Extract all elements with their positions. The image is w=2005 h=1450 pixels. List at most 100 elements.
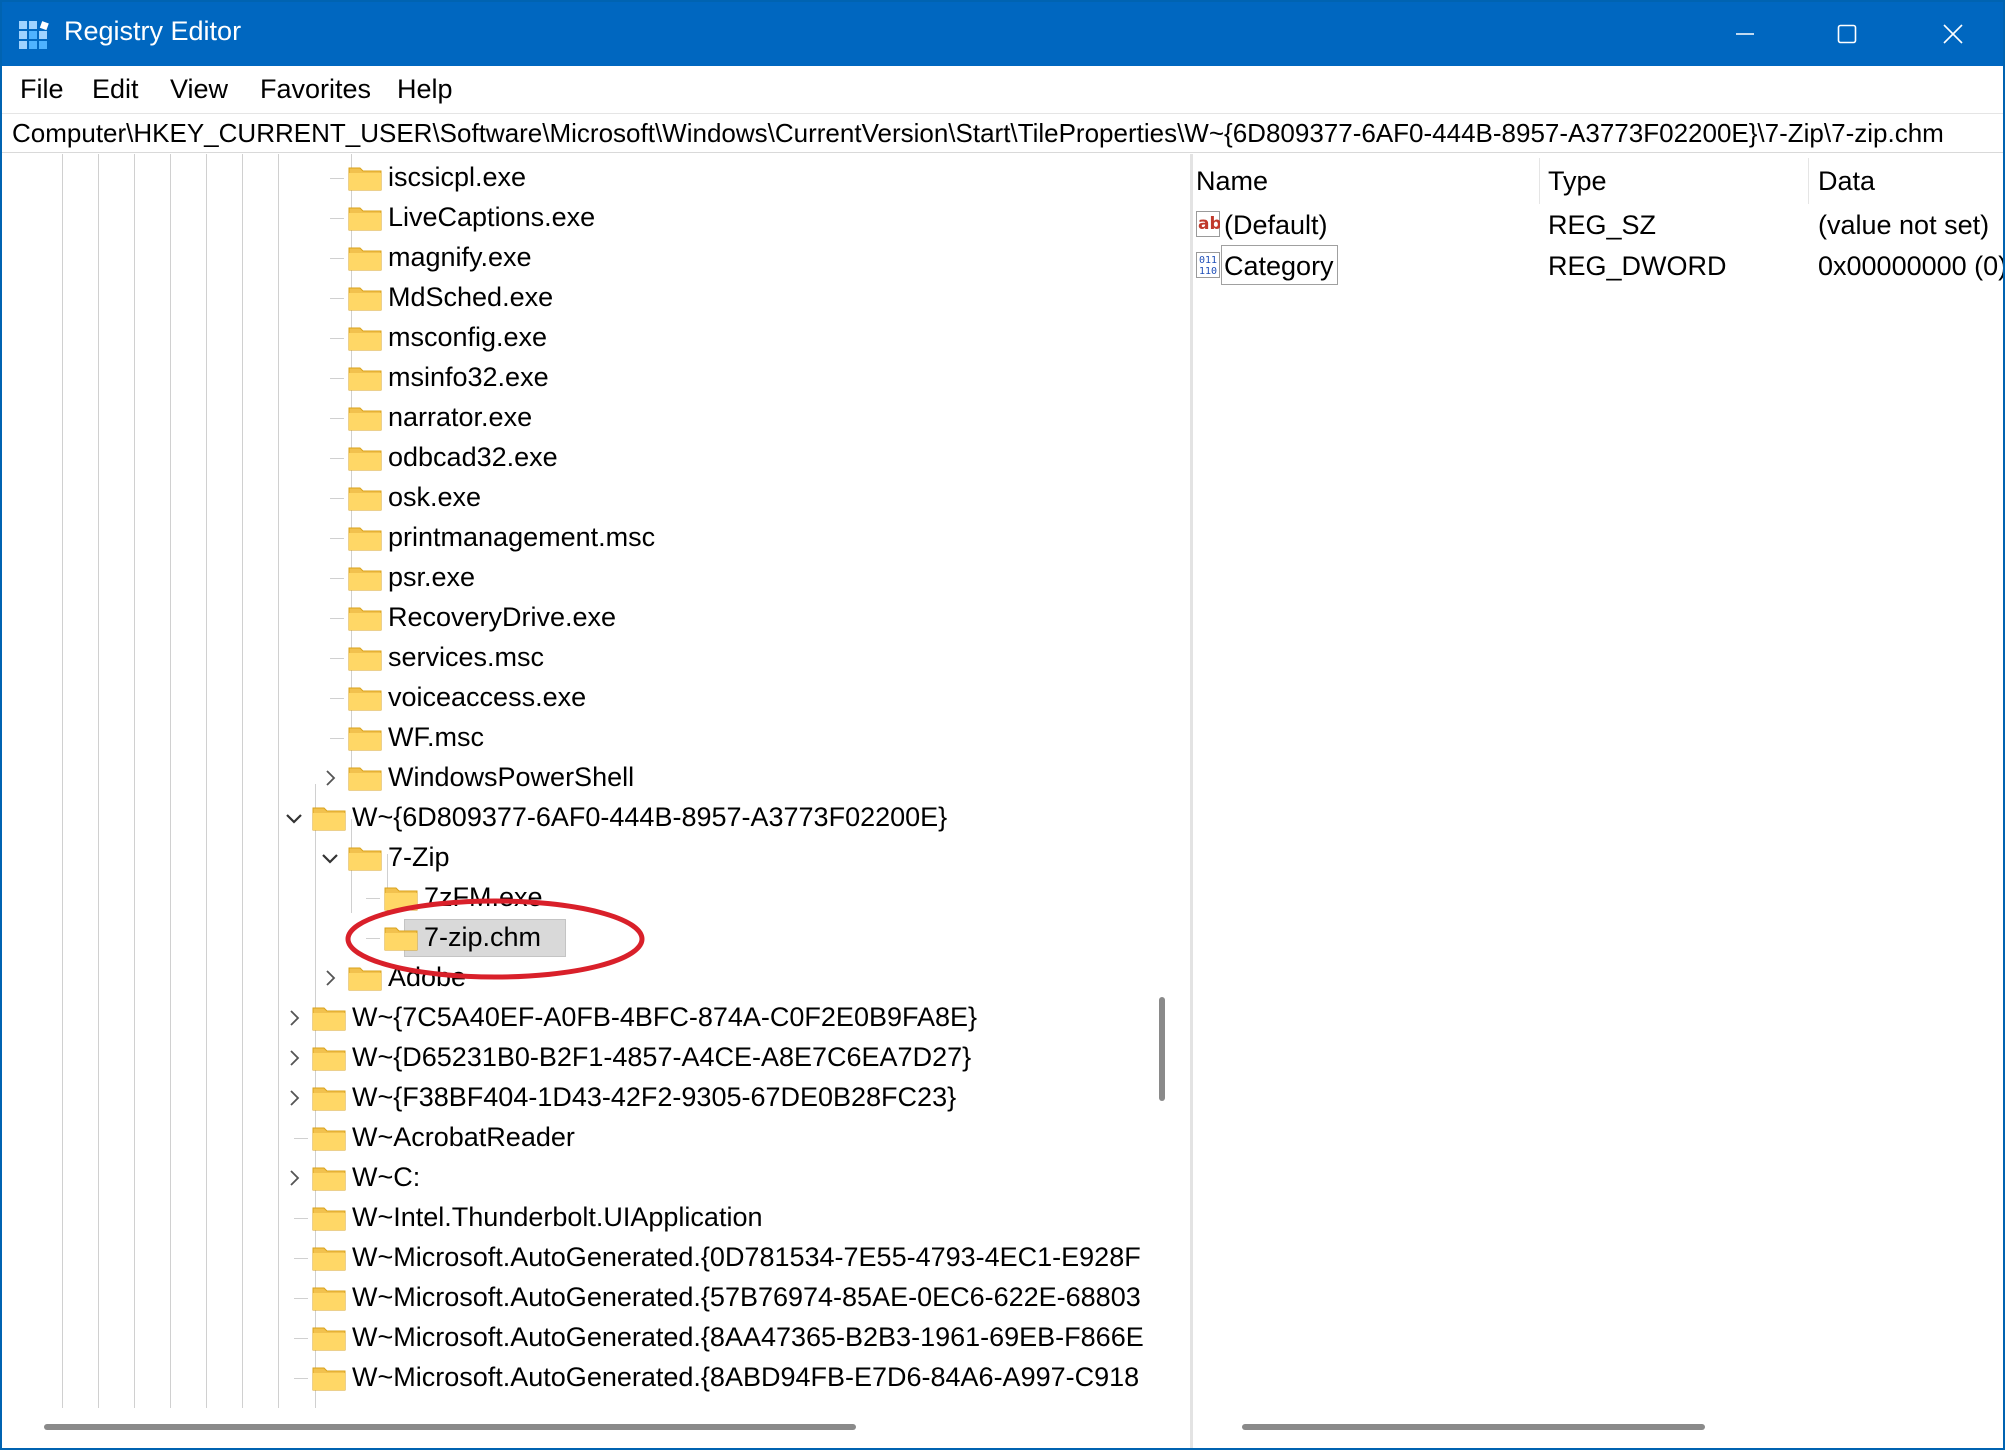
svg-text:110: 110 xyxy=(1199,266,1217,277)
registry-editor-window: Registry Editor File Edit View Favorites… xyxy=(0,0,2005,1450)
tree-item-label: RecoveryDrive.exe xyxy=(388,602,617,632)
folder-icon xyxy=(312,1005,346,1031)
tree-item[interactable]: WindowsPowerShell xyxy=(326,758,1147,798)
chevron-right-icon[interactable] xyxy=(282,1086,306,1110)
tree-item[interactable]: iscsicpl.exe xyxy=(330,158,1147,198)
title-bar[interactable]: Registry Editor xyxy=(2,2,2003,66)
minimize-button[interactable] xyxy=(1692,2,1798,66)
tree-item[interactable]: osk.exe xyxy=(330,478,1147,518)
folder-icon xyxy=(312,1125,346,1151)
registry-editor-app-icon xyxy=(19,21,49,49)
folder-icon xyxy=(348,645,382,671)
tree-item[interactable]: msinfo32.exe xyxy=(330,358,1147,398)
tree-item[interactable]: W~{D65231B0-B2F1-4857-A4CE-A8E7C6EA7D27} xyxy=(290,1038,1147,1078)
svg-text:ab: ab xyxy=(1198,214,1220,234)
folder-icon xyxy=(312,1205,346,1231)
menu-help[interactable]: Help xyxy=(397,74,453,105)
close-button[interactable] xyxy=(1900,2,2003,66)
folder-icon xyxy=(348,245,382,271)
tree-item[interactable]: msconfig.exe xyxy=(330,318,1147,358)
column-header-data[interactable]: Data xyxy=(1818,166,1875,197)
address-path[interactable]: Computer\HKEY_CURRENT_USER\Software\Micr… xyxy=(12,118,1944,149)
value-row-default[interactable]: ab (Default) REG_SZ (value not set) xyxy=(1194,204,2003,244)
tree-connector-line xyxy=(330,298,344,299)
column-separator[interactable] xyxy=(1539,158,1540,204)
tree-item[interactable]: voiceaccess.exe xyxy=(330,678,1147,718)
tree-item[interactable]: services.msc xyxy=(330,638,1147,678)
tree-item[interactable]: printmanagement.msc xyxy=(330,518,1147,558)
menu-favorites[interactable]: Favorites xyxy=(260,74,371,105)
tree-item[interactable]: W~Microsoft.AutoGenerated.{0D781534-7E55… xyxy=(294,1238,1147,1278)
tree-item[interactable]: WF.msc xyxy=(330,718,1147,758)
column-header-type[interactable]: Type xyxy=(1548,166,1607,197)
value-row-category[interactable]: 011 110 Category REG_DWORD 0x00000000 (0… xyxy=(1194,245,2005,285)
folder-icon xyxy=(348,165,382,191)
chevron-right-icon[interactable] xyxy=(318,766,342,790)
menu-view[interactable]: View xyxy=(170,74,228,105)
folder-icon xyxy=(348,965,382,991)
menu-file[interactable]: File xyxy=(20,74,64,105)
value-data: 0x00000000 (0) xyxy=(1818,251,2005,281)
column-separator[interactable] xyxy=(1808,158,1809,204)
folder-icon xyxy=(348,725,382,751)
tree-item[interactable]: W~Microsoft.AutoGenerated.{8AA47365-B2B3… xyxy=(294,1318,1147,1358)
tree-item[interactable]: narrator.exe xyxy=(330,398,1147,438)
tree-horizontal-scrollbar[interactable] xyxy=(44,1424,856,1430)
tree-item-label: LiveCaptions.exe xyxy=(388,202,596,232)
tree-item-label: voiceaccess.exe xyxy=(388,682,587,712)
tree-item[interactable]: MdSched.exe xyxy=(330,278,1147,318)
tree-item[interactable]: W~Microsoft.AutoGenerated.{57B76974-85AE… xyxy=(294,1278,1147,1318)
folder-icon xyxy=(384,925,418,951)
tree-item[interactable]: 7zFM.exe xyxy=(366,878,1147,918)
tree-connector-line xyxy=(330,378,344,379)
tree-item[interactable]: W~Microsoft.AutoGenerated.{8ABD94FB-E7D6… xyxy=(294,1358,1147,1398)
values-list[interactable]: Name Type Data ab (Default) REG_SZ (valu… xyxy=(1194,154,2005,1408)
value-data: (value not set) xyxy=(1818,210,1990,240)
tree-item[interactable]: LiveCaptions.exe xyxy=(330,198,1147,238)
tree-item-label: Adobe xyxy=(388,962,467,992)
tree-guide-line xyxy=(206,154,207,1408)
tree-item[interactable]: 7-Zip xyxy=(322,838,1147,878)
tree-item[interactable]: W~{7C5A40EF-A0FB-4BFC-874A-C0F2E0B9FA8E} xyxy=(290,998,1147,1038)
menu-edit[interactable]: Edit xyxy=(92,74,139,105)
value-type: REG_DWORD xyxy=(1548,251,1727,281)
tree-item[interactable]: W~C: xyxy=(290,1158,1147,1198)
tree-item-label: printmanagement.msc xyxy=(388,522,656,552)
close-icon xyxy=(1943,24,1963,44)
tree-item[interactable]: odbcad32.exe xyxy=(330,438,1147,478)
folder-icon xyxy=(348,565,382,591)
pane-splitter[interactable] xyxy=(1190,154,1193,1448)
chevron-right-icon[interactable] xyxy=(282,1166,306,1190)
chevron-down-icon[interactable] xyxy=(318,846,342,870)
folder-icon xyxy=(348,605,382,631)
tree-item-label: MdSched.exe xyxy=(388,282,554,312)
values-horizontal-scrollbar[interactable] xyxy=(1242,1424,1705,1430)
tree-item[interactable]: RecoveryDrive.exe xyxy=(330,598,1147,638)
tree-connector-line xyxy=(330,578,344,579)
chevron-down-icon[interactable] xyxy=(282,806,306,830)
tree-item[interactable]: W~{F38BF404-1D43-42F2-9305-67DE0B28FC23} xyxy=(290,1078,1147,1118)
folder-icon xyxy=(348,285,382,311)
tree-item-selected[interactable]: 7-zip.chm xyxy=(366,918,1147,958)
column-header-name[interactable]: Name xyxy=(1196,166,1268,197)
maximize-button[interactable] xyxy=(1794,2,1900,66)
minimize-icon xyxy=(1736,33,1754,35)
tree-item-label: W~AcrobatReader xyxy=(352,1122,575,1152)
address-bar[interactable]: Computer\HKEY_CURRENT_USER\Software\Micr… xyxy=(2,113,2003,153)
tree-item[interactable]: Adobe xyxy=(326,958,1147,998)
tree-item[interactable]: W~AcrobatReader xyxy=(294,1118,1147,1158)
chevron-right-icon[interactable] xyxy=(282,1046,306,1070)
tree-item[interactable]: magnify.exe xyxy=(330,238,1147,278)
tree-connector-line xyxy=(294,1138,308,1139)
key-tree[interactable]: iscsicpl.exe LiveCaptions.exe magnify.exe M… xyxy=(2,154,1147,1408)
chevron-right-icon[interactable] xyxy=(318,966,342,990)
chevron-right-icon[interactable] xyxy=(282,1006,306,1030)
tree-vertical-scrollbar[interactable] xyxy=(1159,997,1165,1101)
tree-guide-line xyxy=(278,154,279,1408)
tree-item-label: magnify.exe xyxy=(388,242,532,272)
tree-item-label: narrator.exe xyxy=(388,402,533,432)
tree-item[interactable]: psr.exe xyxy=(330,558,1147,598)
tree-item[interactable]: W~{6D809377-6AF0-444B-8957-A3773F02200E} xyxy=(286,798,1147,838)
tree-item[interactable]: W~Intel.Thunderbolt.UIApplication xyxy=(294,1198,1147,1238)
tree-connector-line xyxy=(294,1298,308,1299)
